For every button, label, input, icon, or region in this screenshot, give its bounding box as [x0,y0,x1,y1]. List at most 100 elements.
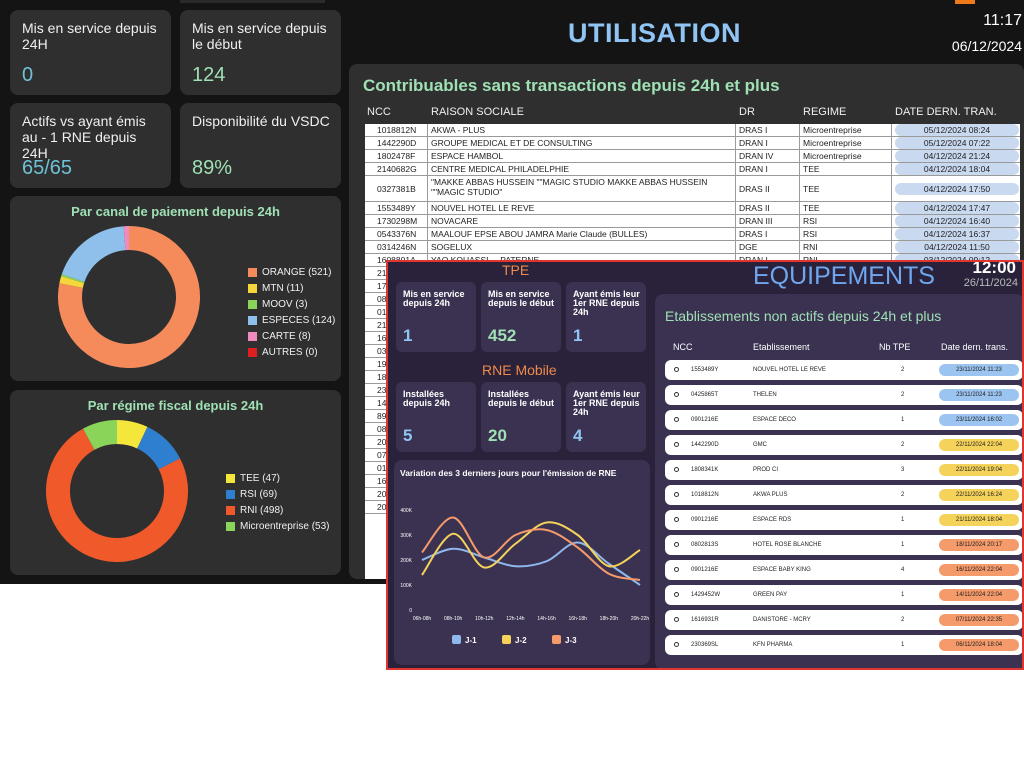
donut-chart-canal [58,226,200,368]
table-row[interactable]: 1442290D GROUPE MEDICAL ET DE CONSULTING D… [365,137,1020,150]
etablissement-row[interactable]: 0901216E ESPACE RDS 1 21/11/2024 18:04 [665,510,1022,530]
col-header-date[interactable]: Date dern. trans. [941,342,1008,352]
legend-item[interactable]: TEE (47) [226,470,329,486]
radio-dot-icon[interactable] [674,642,679,647]
etablissement-row[interactable]: 1018812N AKWA PLUS 2 22/11/2024 16:24 [665,485,1022,505]
x-tick-label: 08h-10h [444,616,463,622]
legend-swatch [248,299,257,309]
legend-item[interactable]: MOOV (3) [248,296,335,312]
legend-label[interactable]: J-3 [565,636,577,645]
cell-ncc: 1553489Y [377,203,416,213]
donut-slice[interactable] [83,420,118,450]
legend-item[interactable]: AUTRES (0) [248,344,335,360]
table-row[interactable]: 1018812N AKWA - PLUS DRAS I Microentreprise… [365,124,1020,137]
table-row[interactable]: 0314246N SOGELUX DGE RNI 04/12/2024 11:50 [365,241,1020,254]
cell-raison-sociale: GROUPE MEDICAL ET DE CONSULTING [431,138,593,148]
cell-date-badge: 04/12/2024 16:40 [895,215,1019,227]
cell-nb-tpe: 1 [901,417,905,423]
legend-label[interactable]: J-2 [515,636,527,645]
radio-dot-icon[interactable] [674,442,679,447]
cell-etablissement: GMC [753,442,767,448]
etablissement-row[interactable]: 0802813S HOTEL ROSE BLANCHE 1 18/11/2024 20… [665,535,1022,555]
legend-item[interactable]: Microentreprise (53) [226,518,329,534]
cell-regime: Microentreprise [803,138,862,148]
col-header-regime[interactable]: REGIME [803,106,846,118]
legend-label[interactable]: J-1 [465,636,477,645]
date-status-badge: 14/11/2024 22:04 [939,589,1019,601]
top-scrollbar[interactable] [180,0,325,3]
radio-dot-icon[interactable] [674,467,679,472]
radio-dot-icon[interactable] [674,492,679,497]
col-header-ncc[interactable]: NCC [673,342,693,352]
table-title: Contribuables sans transactions depuis 2… [363,76,780,95]
etablissement-row[interactable]: 1442290D GMC 2 22/11/2024 22:04 [665,435,1022,455]
cell-regime: Microentreprise [803,151,862,161]
legend-item[interactable]: RSI (69) [226,486,329,502]
legend-label: MOOV (3) [262,298,308,310]
legend-item[interactable]: MTN (11) [248,280,335,296]
donut-slice[interactable] [61,274,85,284]
etablissement-row[interactable]: 1553489Y NOUVEL HOTEL LE REVE 2 23/11/2024 … [665,360,1022,380]
rne-card-ayant-emis: Ayant émis leur 1er RNE depuis 24h 4 [566,382,646,452]
donut-slice[interactable] [61,226,127,283]
table-row[interactable]: 0543376N MAALOUF EPSE ABOU JAMRA Marie Cl… [365,228,1020,241]
cell-ncc: 1018812N [691,492,719,498]
legend-swatch [248,283,257,293]
legend-item[interactable]: ESPECES (124) [248,312,335,328]
cell-dr: DRAS II [739,184,770,194]
col-header-nb-tpe[interactable]: Nb TPE [879,342,910,352]
etablissement-row[interactable]: 1616931R DANISTORE - MCRY 2 07/11/2024 22:3… [665,610,1022,630]
cell-etablissement: ESPACE BABY KING [753,567,811,573]
x-tick-label: 10h-12h [475,616,494,622]
date-status-badge: 21/11/2024 18:04 [939,514,1019,526]
donut-slice[interactable] [136,426,181,470]
table-row[interactable]: 1802478F ESPACE HAMBOL DRAN IV Microentrepr… [365,150,1020,163]
cell-ncc: 0802813S [691,542,719,548]
table-row[interactable]: 2140682G CENTRE MEDICAL PHILADELPHIE DRAN … [365,163,1020,176]
etablissement-row[interactable]: 0901216E ESPACE DECO 1 23/11/2024 16:02 [665,410,1022,430]
col-header-ncc[interactable]: NCC [367,106,391,118]
col-header-date[interactable]: DATE DERN. TRAN. [895,106,997,118]
col-header-dr[interactable]: DR [739,106,755,118]
series-line[interactable] [421,541,641,586]
x-tick-label: 18h-20h [600,616,619,622]
cell-raison-sociale: AKWA - PLUS [431,125,486,135]
donut-slice[interactable] [116,420,148,449]
legend-swatch [248,347,257,357]
etablissement-row[interactable]: 230369SL KFN PHARMA 1 06/11/2024 18:04 [665,635,1022,655]
page-title: UTILISATION [568,18,741,48]
radio-dot-icon[interactable] [674,517,679,522]
radio-dot-icon[interactable] [674,367,679,372]
radio-dot-icon[interactable] [674,417,679,422]
col-header-raison-sociale[interactable]: RAISON SOCIALE [431,106,524,118]
legend-label: AUTRES (0) [262,346,318,358]
etablissement-row[interactable]: 0425865T THELEN 2 23/11/2024 11:23 [665,385,1022,405]
card-label: Installées depuis 24h [403,389,451,408]
etablissement-row[interactable]: 0901216E ESPACE BABY KING 4 16/11/2024 22:0… [665,560,1022,580]
date-status-badge: 18/11/2024 20:17 [939,539,1019,551]
radio-dot-icon[interactable] [674,542,679,547]
radio-dot-icon[interactable] [674,617,679,622]
cell-ncc: 0327381B [377,184,416,194]
donut-slice[interactable] [59,276,85,289]
radio-dot-icon[interactable] [674,567,679,572]
table-row[interactable]: 0327381B "MAKKE ABBAS HUSSEIN ""MAGIC STU… [365,176,1020,202]
cell-nb-tpe: 2 [901,392,905,398]
etablissement-row[interactable]: 1429452W GREEN PAY 1 14/11/2024 22:04 [665,585,1022,605]
cell-ncc: 0901216E [691,417,719,423]
card-label: Ayant émis leur 1er RNE depuis 24h [573,289,640,317]
etablissement-row[interactable]: 1808341K PROD CI 3 22/11/2024 19:04 [665,460,1022,480]
date-status-badge: 22/11/2024 19:04 [939,464,1019,476]
table-row[interactable]: 1730298M NOVACARE DRAN III RSI 04/12/2024 16… [365,215,1020,228]
radio-dot-icon[interactable] [674,392,679,397]
card-label: Mis en service depuis 24h [403,289,465,308]
table-row[interactable]: 1553489Y NOUVEL HOTEL LE REVE DRAS II TEE 04… [365,202,1020,215]
legend-item[interactable]: RNI (498) [226,502,329,518]
legend-item[interactable]: ORANGE (521) [248,264,335,280]
col-header-etablissement[interactable]: Etablissement [753,342,810,352]
cell-nb-tpe: 4 [901,567,905,573]
radio-dot-icon[interactable] [674,592,679,597]
y-tick-label: 300K [400,533,412,539]
legend-item[interactable]: CARTE (8) [248,328,335,344]
card-value: 1 [403,326,413,345]
